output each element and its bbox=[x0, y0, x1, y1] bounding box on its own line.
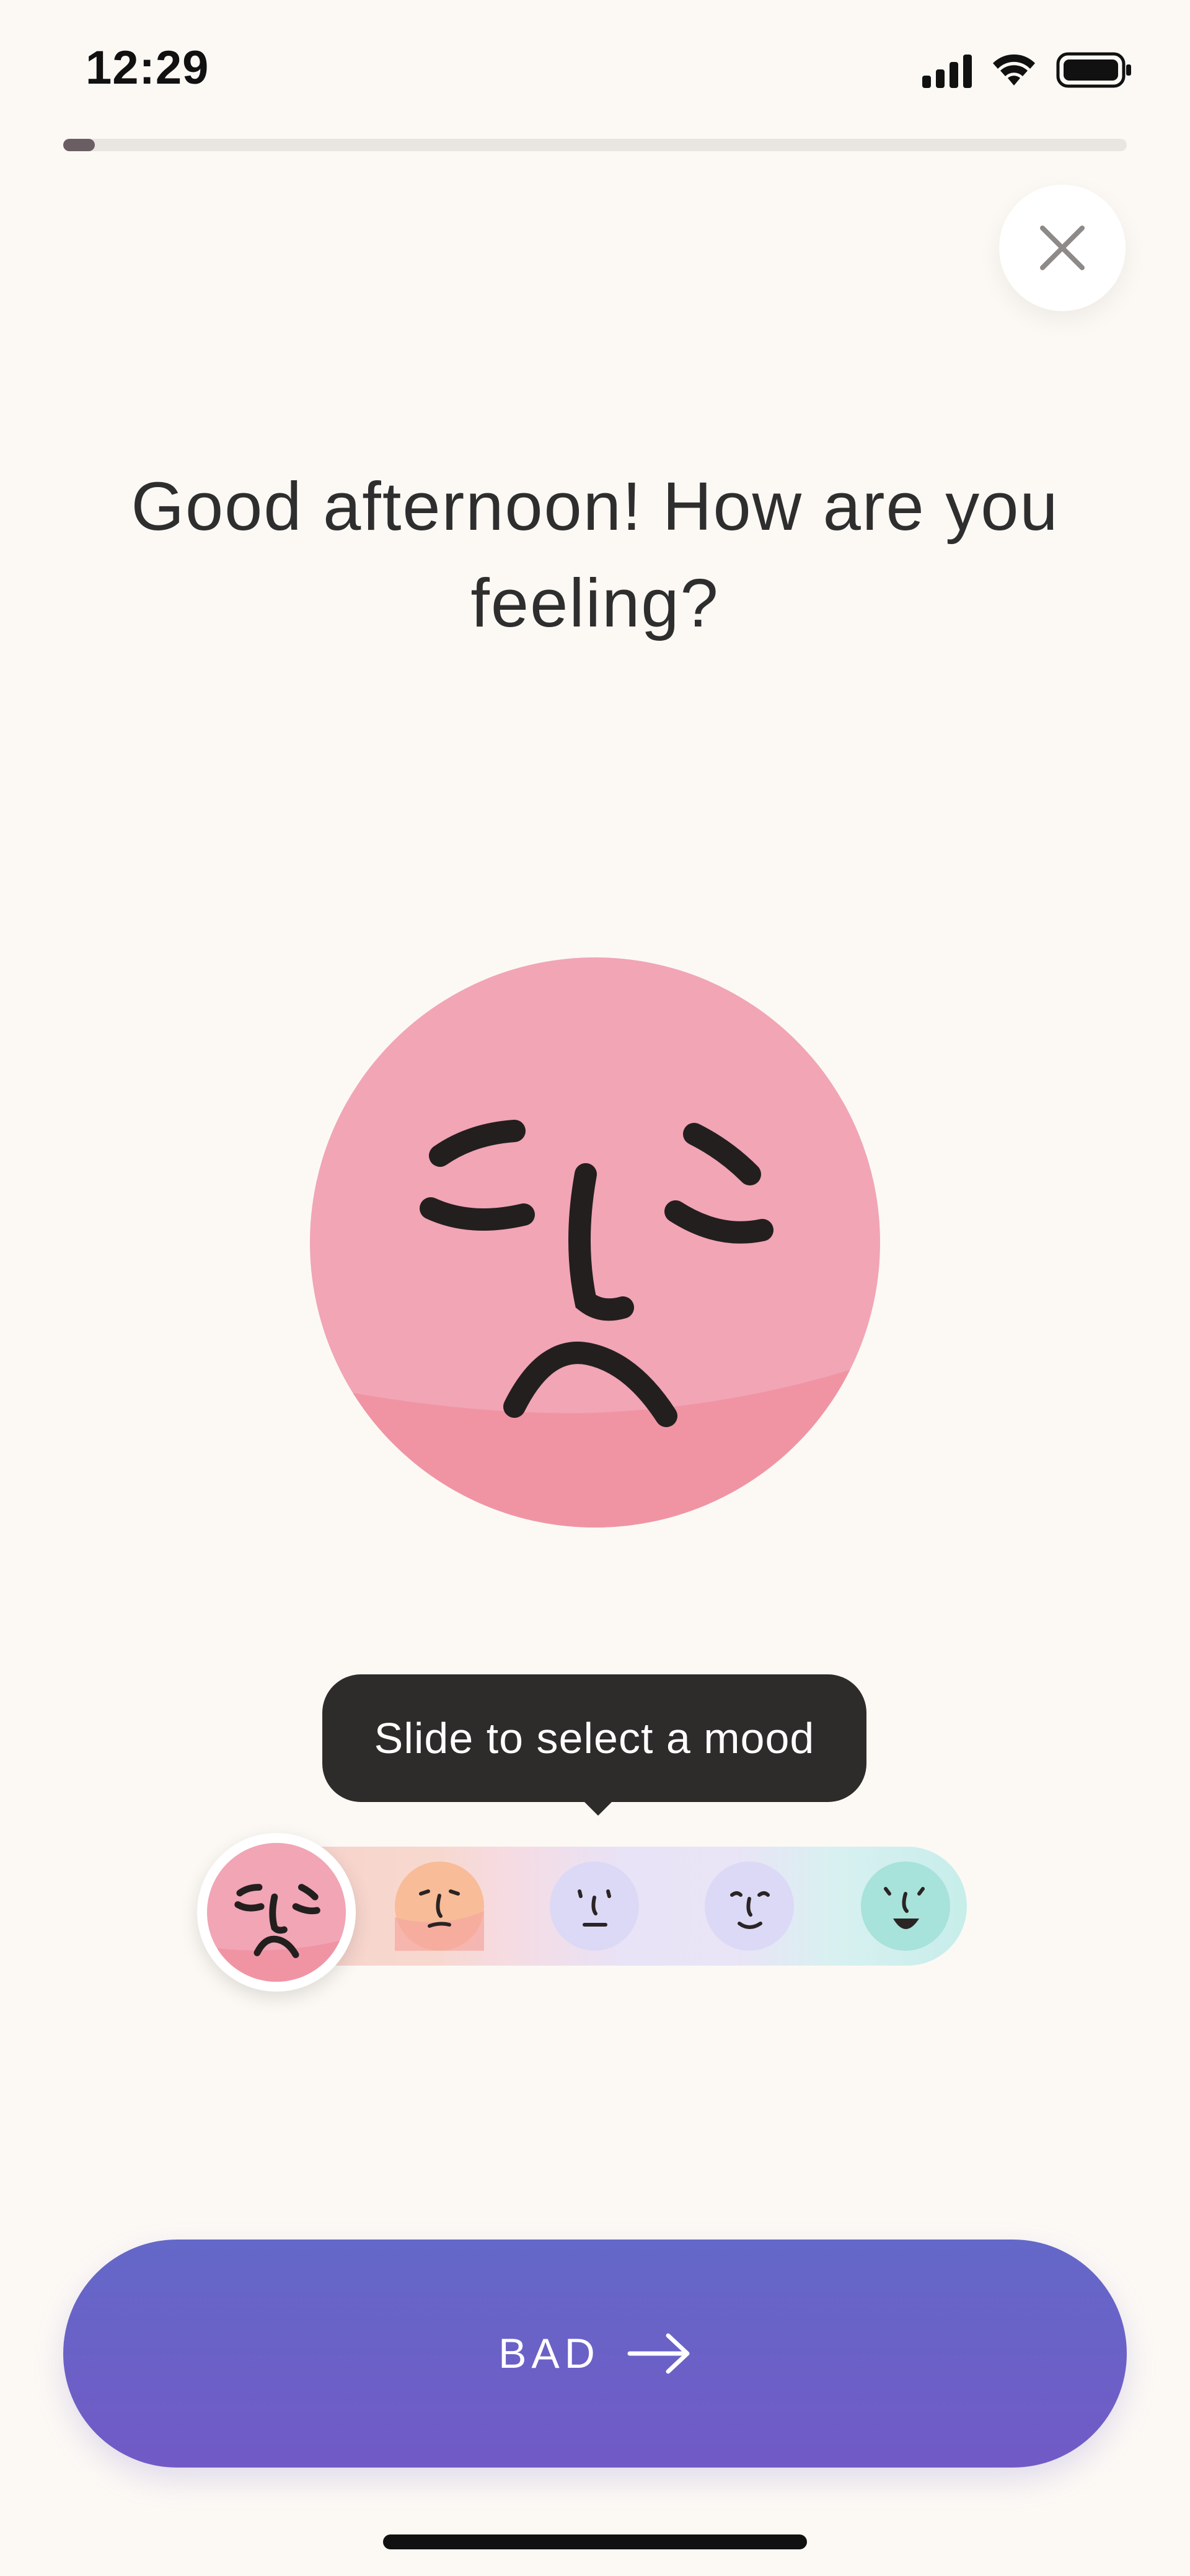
close-button[interactable] bbox=[999, 185, 1126, 311]
mood-slider-handle[interactable] bbox=[197, 1833, 356, 1992]
phone-screen: 12:29 Good afternoon! How are you feelin… bbox=[0, 0, 1190, 2576]
selected-mood-face bbox=[310, 957, 880, 1528]
battery-icon bbox=[1056, 52, 1131, 88]
meh-face-icon[interactable] bbox=[395, 1862, 484, 1951]
status-icons bbox=[922, 51, 1133, 88]
continue-button[interactable]: BAD bbox=[63, 2240, 1127, 2468]
arrow-right-icon bbox=[627, 2333, 690, 2374]
slider-tooltip: Slide to select a mood bbox=[322, 1674, 866, 1802]
greeting-title: Good afternoon! How are you feeling? bbox=[131, 468, 1059, 641]
home-indicator bbox=[383, 2534, 807, 2549]
progress-bar bbox=[63, 139, 1127, 151]
close-icon bbox=[1040, 226, 1085, 270]
continue-button-label: BAD bbox=[498, 2330, 600, 2377]
wifi-icon bbox=[993, 54, 1035, 86]
happy-face-icon[interactable] bbox=[861, 1862, 950, 1951]
tooltip-arrow bbox=[580, 1797, 617, 1816]
sad-face-icon bbox=[207, 1843, 346, 1982]
content-face-icon[interactable] bbox=[705, 1862, 794, 1951]
neutral-face-icon[interactable] bbox=[550, 1862, 639, 1951]
signal-icon bbox=[922, 53, 972, 88]
status-time: 12:29 bbox=[86, 42, 209, 94]
progress-fill bbox=[63, 139, 95, 151]
